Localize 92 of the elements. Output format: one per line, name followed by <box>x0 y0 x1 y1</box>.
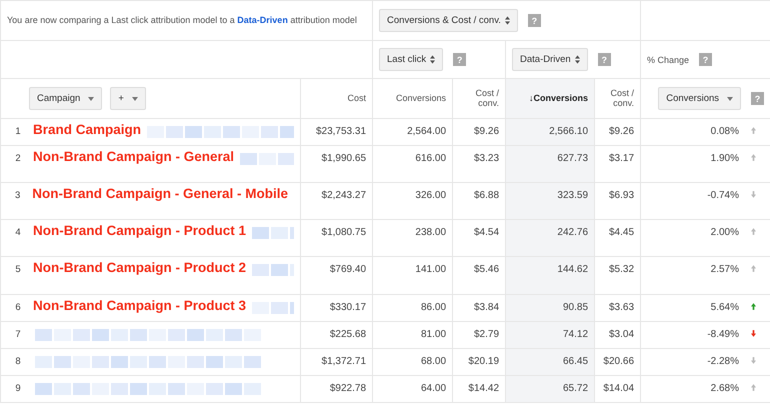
table-cell: $2,243.27 <box>322 190 366 201</box>
change-value: -2.28% <box>707 356 740 367</box>
model-select[interactable]: Last click <box>379 48 444 71</box>
model-select[interactable]: Data-Driven <box>512 48 588 71</box>
change-value: 0.08% <box>710 126 740 137</box>
table-cell: 2,564.00 <box>407 126 446 137</box>
table-cell: $23,753.31 <box>316 126 366 137</box>
caret-icon <box>727 96 734 100</box>
table-cell: 238.00 <box>415 227 446 238</box>
change-value: 2.57% <box>710 264 740 275</box>
change-value: -8.49% <box>707 329 740 340</box>
table-cell: 64.00 <box>420 383 446 394</box>
change-value: 5.64% <box>710 302 740 313</box>
segment-dropdown[interactable]: Campaign <box>29 87 102 110</box>
annotation-label: Non-Brand Campaign - General <box>33 150 234 165</box>
table-cell: 2,566.10 <box>549 126 588 137</box>
change-value: 2.00% <box>710 227 740 238</box>
change-value: 2.68% <box>710 383 740 394</box>
table-cell: 68.00 <box>420 356 446 367</box>
row-number: 7 <box>14 329 22 340</box>
metric-select[interactable]: Conversions & Cost / conv. <box>379 9 518 32</box>
row-number: 5 <box>14 264 22 275</box>
caret-icon <box>132 96 138 100</box>
table-cell: 144.62 <box>557 264 588 275</box>
table-cell: 74.12 <box>562 329 588 340</box>
table-cell: $14.04 <box>603 383 634 394</box>
table-cell: $225.68 <box>330 329 366 340</box>
table-cell: $3.04 <box>608 329 634 340</box>
caret-icon <box>88 96 94 100</box>
table-cell: 141.00 <box>415 264 446 275</box>
annotation-label: Brand Campaign <box>33 123 142 138</box>
row-number: 1 <box>14 126 22 137</box>
column-header[interactable]: Conversions <box>372 78 453 118</box>
table-cell: 65.72 <box>562 383 588 394</box>
table-cell: $3.63 <box>608 302 634 313</box>
table-cell: $3.17 <box>608 153 634 164</box>
annotation-label: Non-Brand Campaign - Product 1 <box>33 224 246 239</box>
table-cell: 616.00 <box>415 153 446 164</box>
table-cell: $6.93 <box>608 190 634 201</box>
table-cell: $5.46 <box>474 264 500 275</box>
table-cell: $4.54 <box>474 227 500 238</box>
table-cell: 86.00 <box>420 302 446 313</box>
table-cell: 323.59 <box>557 190 588 201</box>
table-cell: $4.45 <box>608 227 634 238</box>
table-cell: $9.26 <box>608 126 634 137</box>
column-header[interactable]: Cost <box>300 78 373 118</box>
sort-arrows-icon <box>430 55 436 64</box>
annotation-label: Non-Brand Campaign - General - Mobile <box>32 187 288 202</box>
table-cell: $1,080.75 <box>322 227 366 238</box>
annotation-label: Non-Brand Campaign - Product 2 <box>33 261 246 276</box>
change-value: 1.90% <box>710 153 740 164</box>
sort-arrows-icon <box>504 16 510 25</box>
column-header[interactable]: Cost / conv. <box>594 78 641 118</box>
table-cell: 242.76 <box>557 227 588 238</box>
change-header: % Change <box>647 54 690 64</box>
table-cell: $2.79 <box>474 329 500 340</box>
row-number: 4 <box>14 227 22 238</box>
table-cell: $769.40 <box>330 264 366 275</box>
comparison-notice: You are now comparing a Last click attribution model to a Data-Driven attribution model <box>7 15 357 25</box>
table-cell: $5.32 <box>608 264 634 275</box>
table-cell: 627.73 <box>557 153 588 164</box>
redacted-name <box>252 264 294 276</box>
table-cell: $1,372.71 <box>322 356 366 367</box>
table-cell: $3.23 <box>474 153 500 164</box>
table-cell: $6.88 <box>474 190 500 201</box>
table-cell: 90.85 <box>562 302 588 313</box>
redacted-name <box>252 227 294 239</box>
redacted-name <box>240 153 294 165</box>
table-cell: $3.84 <box>474 302 500 313</box>
sort-arrows-icon <box>574 55 580 64</box>
table-cell: 66.45 <box>562 356 588 367</box>
row-number: 9 <box>14 383 22 394</box>
row-number: 3 <box>14 190 22 201</box>
table-cell: 81.00 <box>420 329 446 340</box>
row-number: 6 <box>14 302 22 313</box>
segment-dropdown[interactable]: + <box>110 87 146 110</box>
data-driven-link[interactable]: Data-Driven <box>237 15 288 25</box>
table-cell: $14.42 <box>468 383 500 394</box>
table-cell: 326.00 <box>415 190 446 201</box>
redacted-name <box>252 302 294 314</box>
annotation-label: Non-Brand Campaign - Product 3 <box>33 299 246 314</box>
table-cell: $922.78 <box>330 383 366 394</box>
column-header[interactable]: ↓Conversions <box>506 78 595 118</box>
row-number: 2 <box>14 153 22 164</box>
table-cell: $1,990.65 <box>322 153 366 164</box>
change-metric-dropdown[interactable]: Conversions <box>658 87 742 110</box>
row-number: 8 <box>14 356 22 367</box>
table-cell: $330.17 <box>330 302 366 313</box>
table-cell: $9.26 <box>474 126 500 137</box>
table-cell: $20.19 <box>468 356 500 367</box>
change-value: -0.74% <box>707 190 740 201</box>
table-cell: $20.66 <box>603 356 634 367</box>
